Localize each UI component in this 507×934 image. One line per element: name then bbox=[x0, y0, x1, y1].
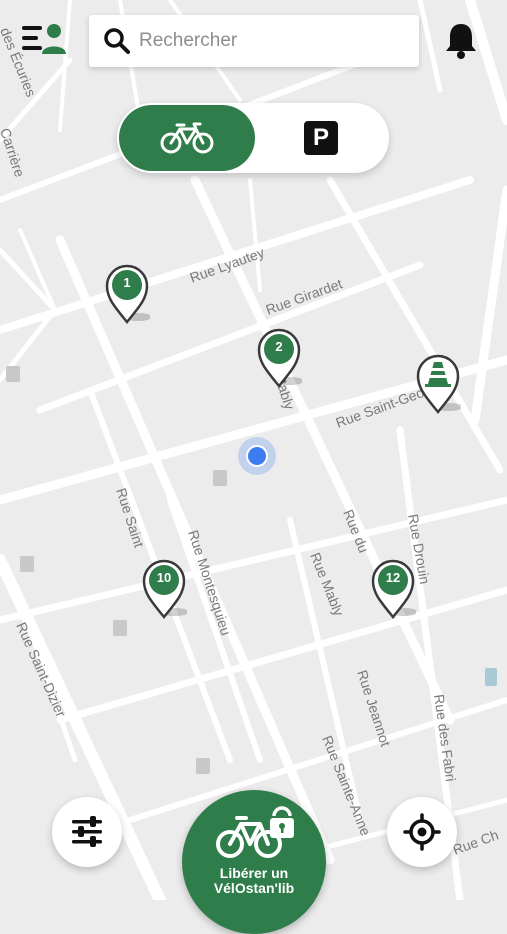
search-bar[interactable] bbox=[89, 15, 419, 67]
filters-button[interactable] bbox=[52, 797, 122, 867]
bikes-mode-option[interactable] bbox=[119, 105, 255, 171]
station-count: 10 bbox=[156, 569, 172, 585]
works-marker[interactable] bbox=[415, 352, 463, 416]
sliders-icon bbox=[72, 816, 102, 847]
bell-icon bbox=[446, 24, 476, 59]
menu-user-icon bbox=[22, 24, 66, 54]
bike-lock-icon bbox=[216, 806, 294, 858]
search-input[interactable] bbox=[137, 29, 391, 53]
menu-profile-button[interactable] bbox=[20, 20, 70, 60]
locate-me-button[interactable] bbox=[387, 797, 457, 867]
search-icon bbox=[97, 15, 137, 67]
station-count: 12 bbox=[385, 569, 401, 585]
release-button-label: Libérer un bbox=[219, 865, 289, 881]
parking-mode-option[interactable]: P bbox=[255, 105, 387, 171]
parking-icon: P bbox=[304, 121, 338, 155]
station-marker[interactable]: 1 bbox=[104, 262, 152, 326]
user-location-dot bbox=[238, 437, 276, 475]
station-count: 1 bbox=[123, 274, 131, 290]
mode-toggle: P bbox=[117, 103, 389, 173]
station-marker[interactable]: 12 bbox=[370, 557, 418, 621]
station-marker[interactable]: 10 bbox=[141, 557, 189, 621]
bicycle-icon bbox=[160, 122, 214, 154]
station-marker[interactable]: 2 bbox=[256, 326, 304, 390]
release-bike-button[interactable]: Libérer un VélOstan'lib bbox=[182, 790, 326, 934]
station-count: 2 bbox=[275, 338, 283, 354]
notifications-button[interactable] bbox=[440, 20, 482, 62]
crosshair-icon bbox=[403, 813, 441, 851]
release-button-label: VélOstan'lib bbox=[213, 880, 295, 896]
